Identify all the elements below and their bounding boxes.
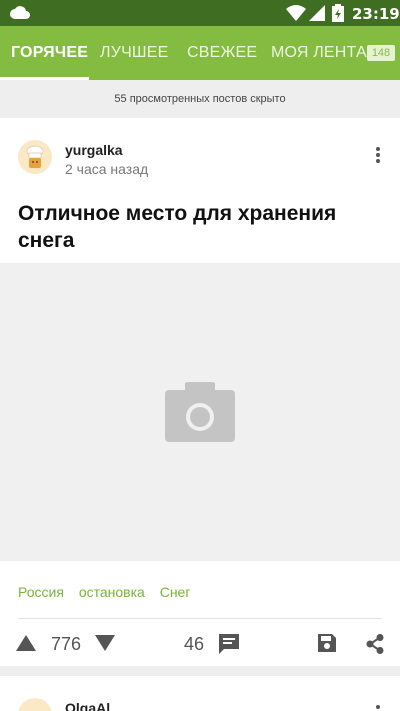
hidden-posts-note[interactable]: 55 просмотренных постов скрыто: [0, 80, 400, 118]
signal-icon: [309, 5, 325, 21]
my-feed-badge: 148: [367, 45, 395, 61]
post-image-placeholder[interactable]: [0, 263, 400, 561]
battery-icon: [332, 4, 344, 22]
tab-fresh[interactable]: СВЕЖЕЕ: [187, 26, 257, 80]
chef-avatar-icon: [18, 140, 52, 174]
wifi-icon: [286, 5, 306, 21]
post-tags: Россия остановка Снег: [18, 584, 201, 600]
clock: 23:19: [352, 5, 400, 23]
tag-link[interactable]: остановка: [79, 584, 145, 600]
tag-link[interactable]: Снег: [160, 584, 191, 600]
tag-link[interactable]: Россия: [18, 584, 64, 600]
camera-icon: [165, 382, 235, 442]
more-menu-icon[interactable]: [374, 705, 382, 711]
post-rating: 776: [51, 634, 82, 654]
cloud-icon: [10, 6, 30, 19]
post-card: yurgalka 2 часа назад Отличное место для…: [0, 118, 400, 666]
tab-best[interactable]: ЛУЧШЕЕ: [100, 26, 169, 80]
post-time: 2 часа назад: [65, 161, 149, 177]
comments-count[interactable]: 46: [184, 634, 204, 655]
post-author[interactable]: yurgalka: [65, 142, 123, 158]
status-bar: 23:19: [0, 0, 400, 26]
post-title[interactable]: Отличное место для хранения снега: [18, 200, 378, 254]
post-card: OlgaAl: [0, 676, 400, 711]
avatar[interactable]: [18, 140, 52, 174]
downvote-icon[interactable]: [95, 635, 115, 651]
upvote-icon[interactable]: [16, 635, 36, 651]
share-icon[interactable]: [366, 634, 384, 654]
avatar[interactable]: [18, 698, 52, 711]
post-actions: 776 46: [0, 621, 400, 665]
tab-my-feed[interactable]: МОЯ ЛЕНТА: [271, 26, 367, 80]
comment-icon[interactable]: [219, 634, 239, 654]
divider: [18, 618, 382, 619]
save-icon[interactable]: [318, 634, 336, 652]
tab-hot[interactable]: ГОРЯЧЕЕ: [11, 26, 88, 80]
tab-bar: ГОРЯЧЕЕ ЛУЧШЕЕ СВЕЖЕЕ МОЯ ЛЕНТА: [0, 26, 400, 80]
more-menu-icon[interactable]: [374, 147, 382, 165]
post-author[interactable]: OlgaAl: [65, 700, 110, 711]
